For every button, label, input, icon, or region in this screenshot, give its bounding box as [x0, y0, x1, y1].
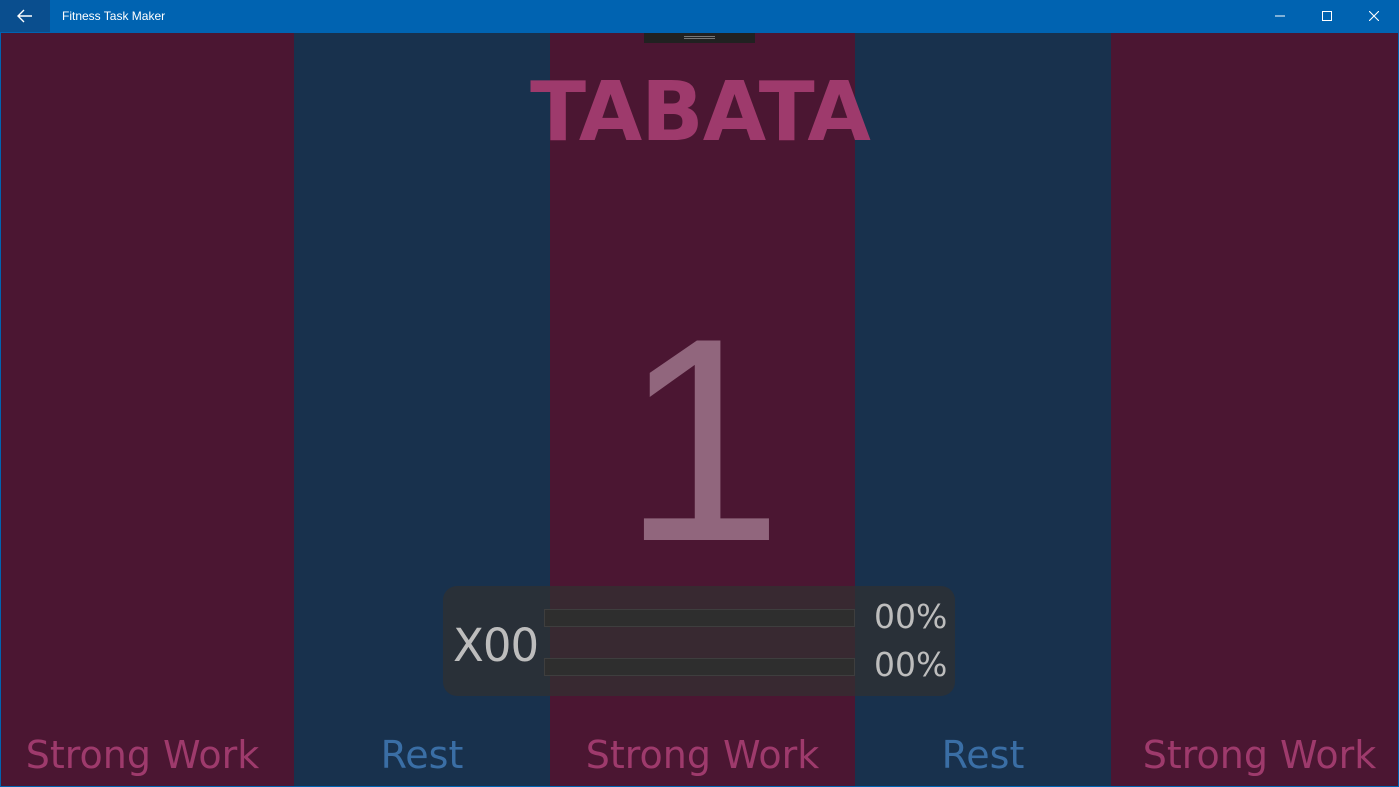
- app-title: Fitness Task Maker: [62, 9, 166, 23]
- round-count: X00: [453, 619, 539, 672]
- back-button[interactable]: [0, 0, 50, 32]
- phase-stripe-work: [1111, 33, 1398, 786]
- phase-label: Strong Work: [25, 733, 260, 777]
- maximize-icon: [1322, 11, 1332, 21]
- close-button[interactable]: [1351, 0, 1397, 32]
- drag-handle[interactable]: [644, 33, 755, 43]
- phase-label: Rest: [380, 733, 464, 777]
- minimize-button[interactable]: [1257, 0, 1303, 32]
- phase-label: Rest: [941, 733, 1025, 777]
- maximize-button[interactable]: [1304, 0, 1350, 32]
- title-bar: Fitness Task Maker: [0, 0, 1399, 32]
- phase-label: Strong Work: [1142, 733, 1377, 777]
- grip-icon: [684, 36, 715, 39]
- close-icon: [1369, 11, 1379, 21]
- workout-view: TABATA 1 X00 00% 00% Strong Work Rest St…: [1, 33, 1398, 786]
- workout-title: TABATA: [530, 65, 871, 160]
- arrow-left-icon: [17, 9, 32, 23]
- progress-panel: X00 00% 00%: [443, 586, 955, 696]
- interval-counter: 1: [621, 278, 784, 602]
- progress-percent: 00%: [874, 645, 948, 684]
- progress-bar: [544, 658, 855, 676]
- phase-stripe-work: [1, 33, 294, 786]
- progress-percent: 00%: [874, 597, 948, 636]
- progress-bar: [544, 609, 855, 627]
- minimize-icon: [1275, 15, 1285, 17]
- phase-label: Strong Work: [585, 733, 820, 777]
